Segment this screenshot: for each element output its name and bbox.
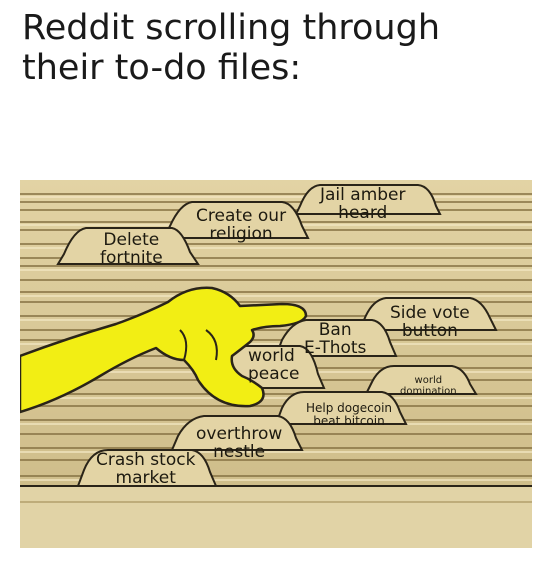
tab-create-our-religion: Create our religion bbox=[196, 206, 287, 244]
tab-ban-ethots: Ban E-Thots bbox=[304, 320, 367, 358]
tab-world-peace: world peace bbox=[248, 346, 300, 384]
tab-help-dogecoin: Help dogecoin beat bitcoin bbox=[306, 401, 393, 428]
caption-line-1: Reddit scrolling through bbox=[22, 8, 441, 48]
tab-jail-amber-heard: Jail amber heard bbox=[320, 185, 406, 223]
tab-side-vote-button: Side vote button bbox=[390, 303, 470, 341]
tab-crash-stock-market: Crash stock market bbox=[96, 450, 196, 488]
caption-line-2: their to-do files: bbox=[22, 48, 302, 88]
tab-delete-fortnite: Delete fortnite bbox=[100, 230, 163, 268]
file-cabinet-image: Jail amber heard Create our religion Delet… bbox=[20, 180, 532, 548]
meme-caption: Reddit scrolling through their to-do fil… bbox=[22, 8, 542, 88]
tab-overthrow-nestle: overthrow nestle bbox=[196, 424, 283, 462]
tab-world-domination: world domination bbox=[400, 375, 457, 397]
